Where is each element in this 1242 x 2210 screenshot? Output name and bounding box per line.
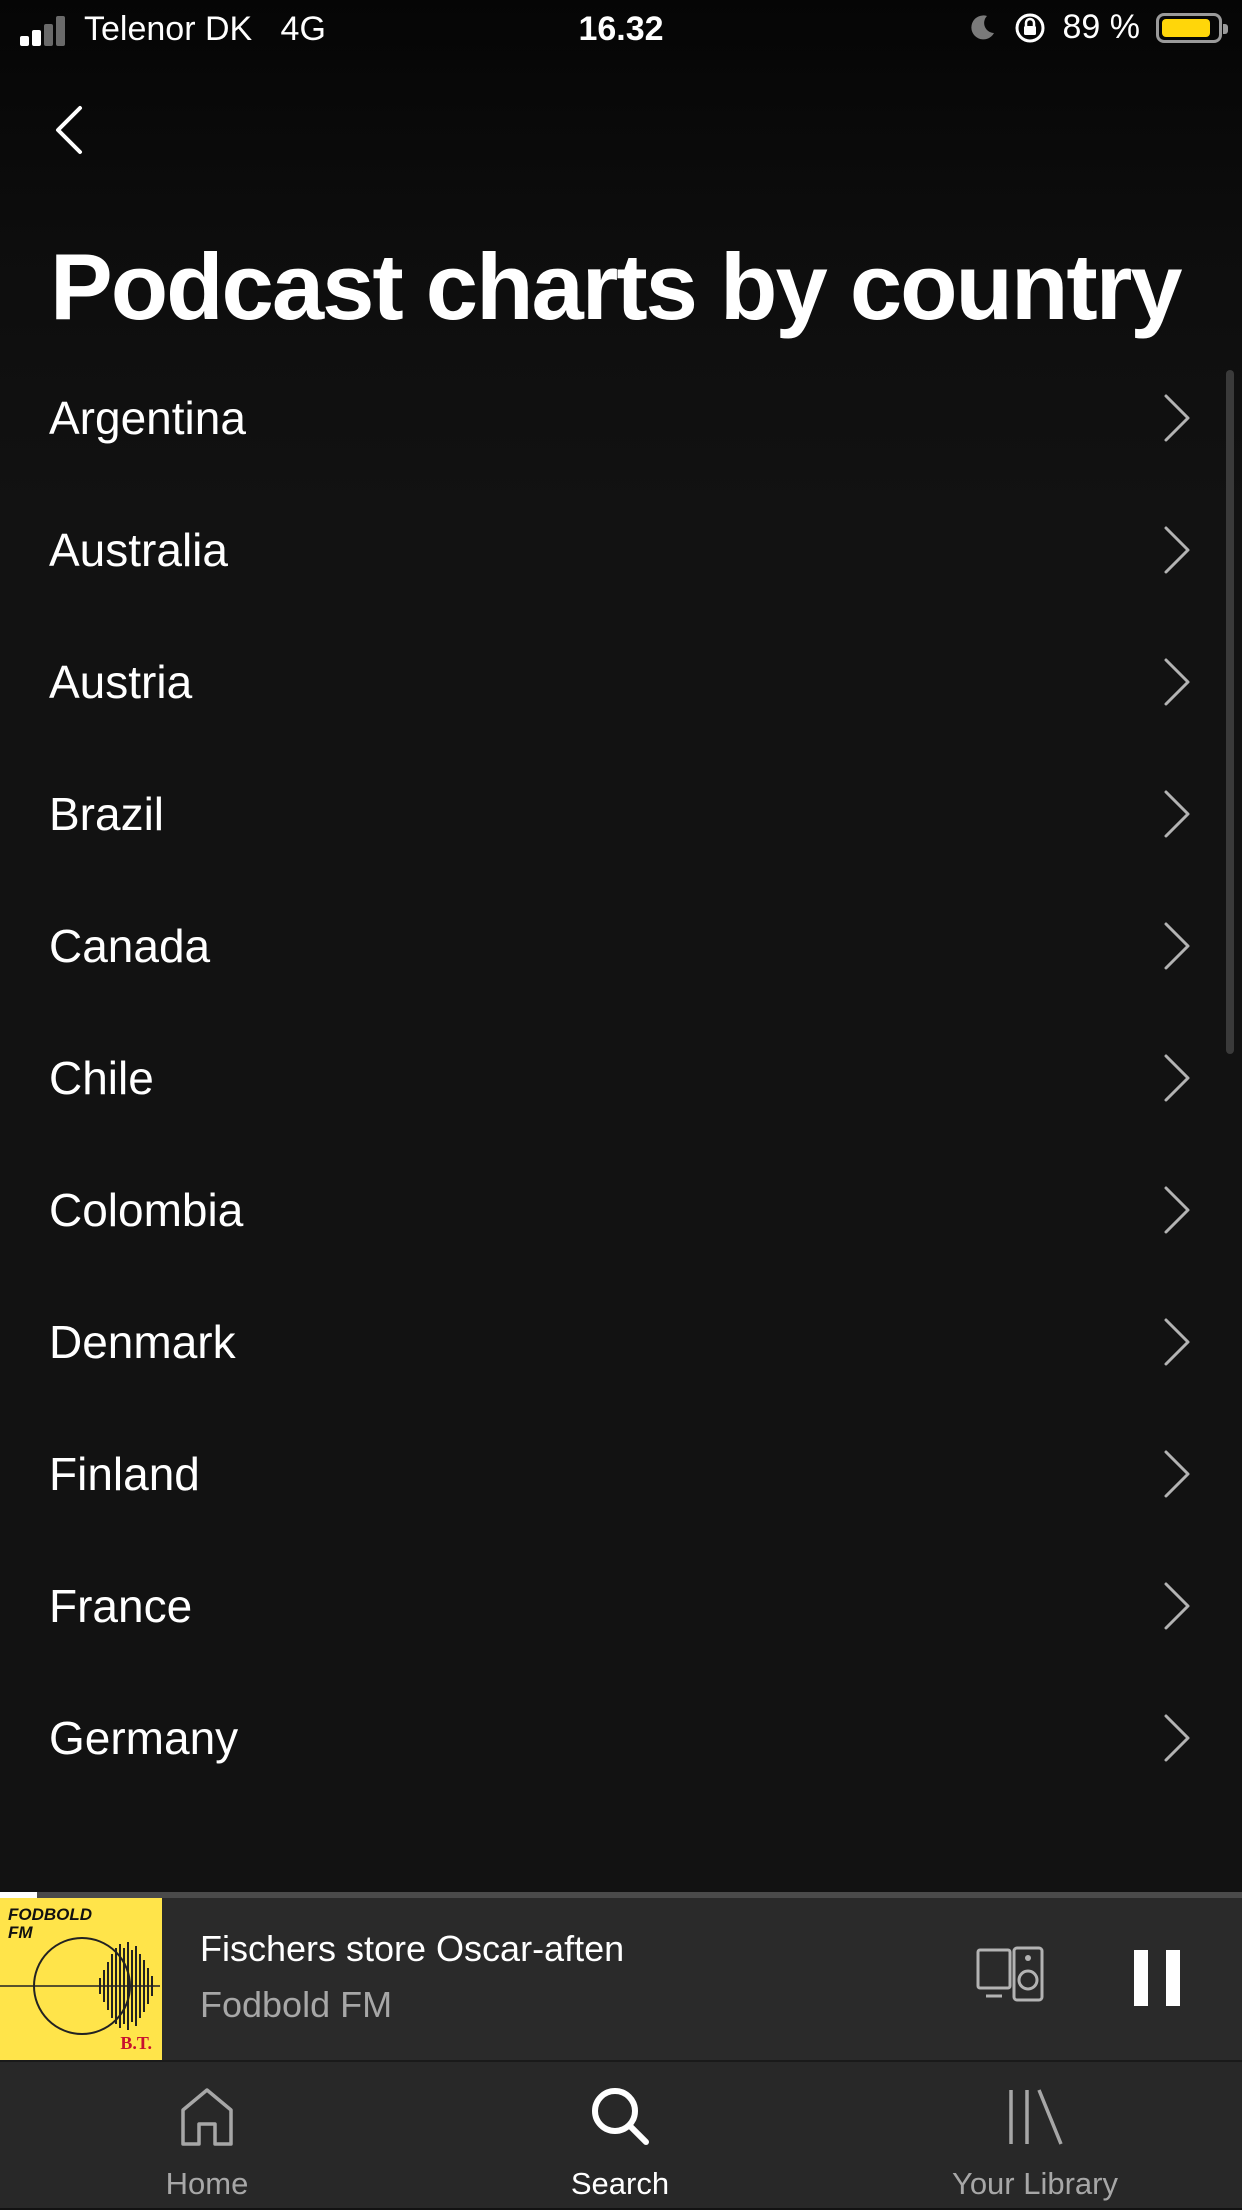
library-icon <box>1009 2089 1063 2145</box>
status-bar: Telenor DK 4G 16.32 89 % <box>0 0 1242 62</box>
tab-search[interactable]: Search <box>470 2062 770 2210</box>
back-button[interactable] <box>46 100 94 160</box>
now-playing-title: Fischers store Oscar-aften <box>200 1928 625 1969</box>
status-right: 89 % <box>967 8 1228 47</box>
search-icon <box>592 2088 649 2145</box>
country-label: Chile <box>49 1052 154 1104</box>
devices-button[interactable] <box>976 1946 1046 2002</box>
battery-fill <box>1162 18 1211 37</box>
chevron-right-icon <box>1164 1450 1190 1498</box>
country-row[interactable]: Finland <box>0 1408 1242 1540</box>
country-row[interactable]: France <box>0 1540 1242 1672</box>
country-row[interactable]: Chile <box>0 1012 1242 1144</box>
cover-brand-logo: B.T. <box>120 2033 152 2053</box>
country-row[interactable]: Brazil <box>0 748 1242 880</box>
country-row[interactable]: Argentina <box>0 352 1242 484</box>
mini-player[interactable]: FODBOLD FM B.T. Fischers store Oscar-aft… <box>0 1898 1242 2060</box>
chevron-right-icon <box>1164 1186 1190 1234</box>
chevron-right-icon <box>1164 1582 1190 1630</box>
tab-home-label: Home <box>165 2166 249 2201</box>
podcast-cover-art: FODBOLD FM B.T. <box>0 1898 162 2060</box>
country-label: Argentina <box>49 392 246 444</box>
country-label: Germany <box>49 1712 239 1764</box>
chevron-right-icon <box>1164 1318 1190 1366</box>
country-label: Australia <box>49 524 228 576</box>
chevron-right-icon <box>1164 394 1190 442</box>
tab-library-label: Your Library <box>951 2166 1118 2201</box>
country-label: Denmark <box>49 1316 236 1368</box>
home-icon <box>181 2088 233 2146</box>
pause-bar-right <box>1166 1950 1180 2006</box>
chevron-right-icon <box>1164 526 1190 574</box>
country-row[interactable]: Denmark <box>0 1276 1242 1408</box>
now-playing-artist: Fodbold FM <box>200 1984 393 2025</box>
pause-bar-left <box>1134 1950 1148 2006</box>
country-row[interactable]: Germany <box>0 1672 1242 1804</box>
chevron-right-icon <box>1164 658 1190 706</box>
country-label: Colombia <box>49 1184 244 1236</box>
country-list: Argentina Australia Austria Brazil Canada Chi… <box>0 352 1242 1804</box>
country-row[interactable]: Colombia <box>0 1144 1242 1276</box>
chevron-right-icon <box>1164 1054 1190 1102</box>
country-label: Canada <box>49 920 211 972</box>
devices-icon <box>976 1946 1044 2002</box>
country-row[interactable]: Australia <box>0 484 1242 616</box>
chevron-left-icon <box>56 106 82 154</box>
pause-button[interactable] <box>1134 1950 1180 2006</box>
battery-icon <box>1156 12 1228 43</box>
country-row[interactable]: Austria <box>0 616 1242 748</box>
country-label: France <box>49 1580 193 1632</box>
page-title: Podcast charts by country <box>50 234 1183 339</box>
country-row[interactable]: Canada <box>0 880 1242 1012</box>
country-label: Brazil <box>49 788 165 840</box>
chevron-right-icon <box>1164 790 1190 838</box>
battery-percent: 89 % <box>1062 8 1141 46</box>
tab-home[interactable]: Home <box>57 2062 357 2210</box>
rotation-lock-icon <box>1015 13 1044 42</box>
moon-icon <box>970 14 994 39</box>
country-label: Austria <box>49 656 193 708</box>
country-label: Finland <box>49 1448 200 1500</box>
tab-bar: Home Search Your Library <box>0 2060 1242 2208</box>
chevron-right-icon <box>1164 922 1190 970</box>
podcast-charts-screen: Telenor DK 4G 16.32 89 % Podcast charts … <box>0 0 1242 2208</box>
chevron-right-icon <box>1164 1714 1190 1762</box>
tab-library[interactable]: Your Library <box>885 2062 1185 2210</box>
tab-search-label: Search <box>570 2166 670 2201</box>
